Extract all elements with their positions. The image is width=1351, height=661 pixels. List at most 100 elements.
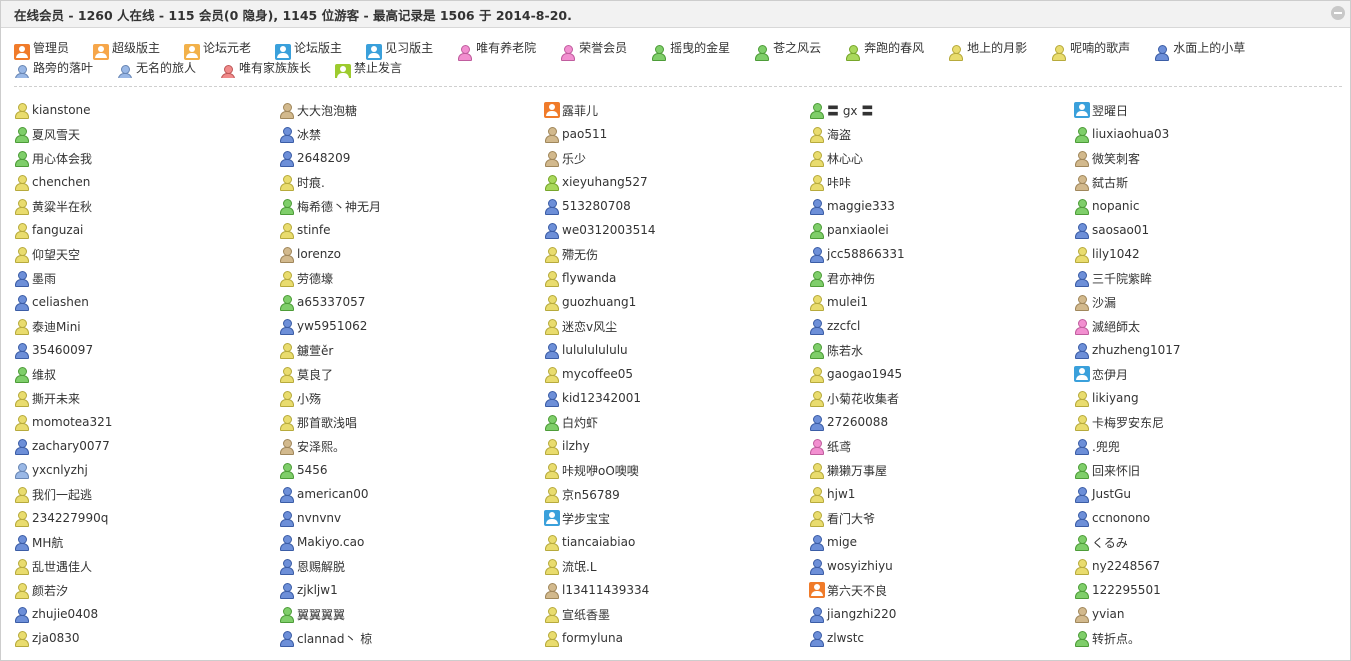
member-name-link[interactable]: 卡梅罗安东尼 [1092,414,1164,431]
member-item[interactable]: 看门大爷 [809,506,1074,530]
member-item[interactable]: ilzhy [544,434,809,458]
member-item[interactable]: 那首歌浅唱 [279,410,544,434]
member-item[interactable]: stinfe [279,218,544,242]
member-name-link[interactable]: 颜若汐 [32,582,68,599]
member-item[interactable]: 122295501 [1074,578,1344,602]
member-item[interactable]: liuxiaohua03 [1074,122,1344,146]
member-name-link[interactable]: 27260088 [827,415,888,429]
member-item[interactable]: 林心心 [809,146,1074,170]
member-item[interactable]: panxiaolei [809,218,1074,242]
member-name-link[interactable]: zhujie0408 [32,607,98,621]
member-item[interactable]: xieyuhang527 [544,170,809,194]
member-name-link[interactable]: ccnonono [1092,511,1150,525]
member-item[interactable]: mycoffee05 [544,362,809,386]
member-name-link[interactable]: MH航 [32,534,63,551]
member-name-link[interactable]: 那首歌浅唱 [297,414,357,431]
member-item[interactable]: momotea321 [14,410,279,434]
member-item[interactable]: lulululululu [544,338,809,362]
member-item[interactable]: 滅絕師太 [1074,314,1344,338]
member-name-link[interactable]: 劳德壕 [297,270,333,287]
member-name-link[interactable]: 泰迪Mini [32,318,81,335]
member-name-link[interactable]: liuxiaohua03 [1092,127,1169,141]
member-name-link[interactable]: ny2248567 [1092,559,1160,573]
member-name-link[interactable]: 白灼虾 [562,414,598,431]
member-name-link[interactable]: 看门大爷 [827,510,875,527]
member-name-link[interactable]: nvnvnv [297,511,341,525]
member-name-link[interactable]: 鑢萱ěr [297,342,333,359]
member-item[interactable]: yxcnlyzhj [14,458,279,482]
member-item[interactable]: guozhuang1 [544,290,809,314]
member-item[interactable]: yvian [1074,602,1344,626]
member-name-link[interactable]: a65337057 [297,295,365,309]
member-name-link[interactable]: yxcnlyzhj [32,463,88,477]
member-name-link[interactable]: 梅希德丶神无月 [297,198,381,215]
member-name-link[interactable]: gaogao1945 [827,367,902,381]
member-name-link[interactable]: 宣纸香墨 [562,606,610,623]
member-name-link[interactable]: zjkljw1 [297,583,338,597]
member-name-link[interactable]: 流氓.L [562,558,597,575]
member-name-link[interactable]: 恋伊月 [1092,366,1128,383]
member-name-link[interactable]: chenchen [32,175,90,189]
member-name-link[interactable]: hjw1 [827,487,855,501]
member-item[interactable]: zachary0077 [14,434,279,458]
member-item[interactable]: l13411439334 [544,578,809,602]
member-name-link[interactable]: 时痕. [297,174,325,191]
member-item[interactable]: Makiyo.cao [279,530,544,554]
member-item[interactable]: 2648209 [279,146,544,170]
member-item[interactable]: zja0830 [14,626,279,650]
member-name-link[interactable]: zlwstc [827,631,864,645]
member-item[interactable]: 恩赐解脱 [279,554,544,578]
member-item[interactable]: 回来怀旧 [1074,458,1344,482]
member-item[interactable]: 獭獭万事屋 [809,458,1074,482]
member-name-link[interactable]: 234227990q [32,511,108,525]
member-name-link[interactable]: 35460097 [32,343,93,357]
member-name-link[interactable]: 仰望天空 [32,246,80,263]
member-name-link[interactable]: 三千院紫眸 [1092,270,1152,287]
member-name-link[interactable]: 转折点。 [1092,630,1140,647]
member-name-link[interactable]: jiangzhi220 [827,607,896,621]
member-name-link[interactable]: 翌曜日 [1092,102,1128,119]
member-name-link[interactable]: くるみ [1092,534,1128,551]
member-item[interactable]: 君亦神伤 [809,266,1074,290]
member-item[interactable]: 咔规咿oO噢噢 [544,458,809,482]
member-name-link[interactable]: 学步宝宝 [562,510,610,527]
member-item[interactable]: ccnonono [1074,506,1344,530]
member-name-link[interactable]: 乱世遇佳人 [32,558,92,575]
member-item[interactable]: zjkljw1 [279,578,544,602]
member-item[interactable]: 京n56789 [544,482,809,506]
member-item[interactable]: we0312003514 [544,218,809,242]
member-item[interactable]: 大大泡泡糖 [279,98,544,122]
member-item[interactable]: 卡梅罗安东尼 [1074,410,1344,434]
member-item[interactable]: jiangzhi220 [809,602,1074,626]
member-item[interactable]: formyluna [544,626,809,650]
member-name-link[interactable]: 微笑刺客 [1092,150,1140,167]
member-item[interactable]: nopanic [1074,194,1344,218]
member-item[interactable]: 泰迪Mini [14,314,279,338]
member-item[interactable]: 微笑刺客 [1074,146,1344,170]
member-item[interactable]: kianstone [14,98,279,122]
member-name-link[interactable]: 大大泡泡糖 [297,102,357,119]
member-item[interactable]: zhujie0408 [14,602,279,626]
member-item[interactable]: fanguzai [14,218,279,242]
member-item[interactable]: 小殇 [279,386,544,410]
member-name-link[interactable]: 京n56789 [562,486,620,503]
member-item[interactable]: zhuzheng1017 [1074,338,1344,362]
member-item[interactable]: くるみ [1074,530,1344,554]
member-name-link[interactable]: 弑古斯 [1092,174,1128,191]
member-item[interactable]: 白灼虾 [544,410,809,434]
collapse-icon[interactable] [1331,6,1345,20]
member-name-link[interactable]: formyluna [562,631,623,645]
member-item[interactable]: JustGu [1074,482,1344,506]
member-item[interactable]: chenchen [14,170,279,194]
member-item[interactable]: 弑古斯 [1074,170,1344,194]
member-name-link[interactable]: 纸鸢 [827,438,851,455]
member-name-link[interactable]: 我们一起逃 [32,486,92,503]
member-name-link[interactable]: mulei1 [827,295,868,309]
member-name-link[interactable]: panxiaolei [827,223,889,237]
member-name-link[interactable]: tiancaiabiao [562,535,635,549]
member-item[interactable]: 时痕. [279,170,544,194]
member-name-link[interactable]: jcc58866331 [827,247,905,261]
member-item[interactable]: 乱世遇佳人 [14,554,279,578]
member-item[interactable]: 27260088 [809,410,1074,434]
member-item[interactable]: 殢无伤 [544,242,809,266]
